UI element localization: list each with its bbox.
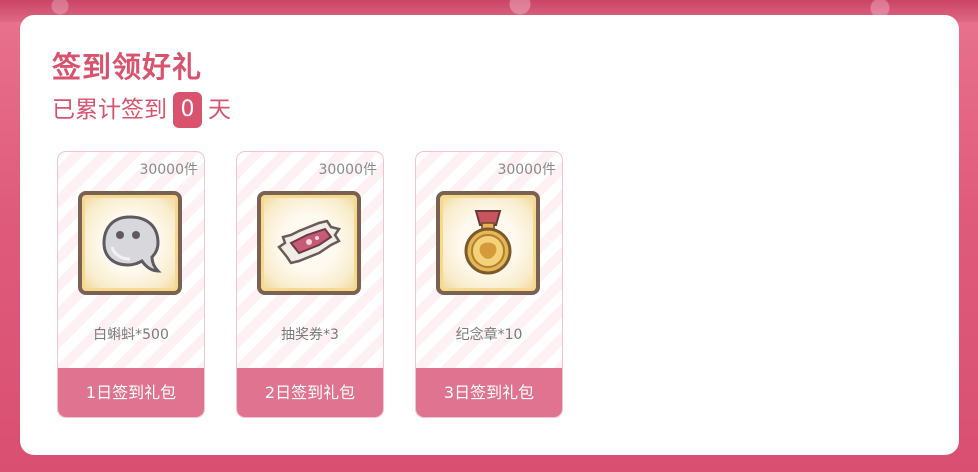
reward-name: 白蝌蚪*500 [93, 327, 169, 343]
reward-card-day2: 30000件 抽奖券*3 2日签到礼包 [236, 151, 384, 418]
reward-quantity: 30000件 [139, 162, 198, 178]
reward-icon-frame [436, 191, 540, 295]
counter-suffix: 天 [208, 97, 231, 123]
reward-quantity: 30000件 [318, 162, 377, 178]
signin-counter: 已累计签到 0 天 [52, 91, 231, 129]
reward-name: 纪念章*10 [455, 327, 523, 343]
page-title: 签到领好礼 [52, 50, 203, 84]
reward-name: 抽奖券*3 [281, 327, 339, 343]
reward-card-day1: 30000件 白蝌蚪*500 1日签到礼包 [57, 151, 205, 418]
medal-icon [464, 210, 512, 275]
claim-day3-button[interactable]: 3日签到礼包 [416, 368, 562, 417]
signed-days-badge: 0 [173, 92, 202, 128]
reward-card-day3: 30000件 纪念章*10 3日签到礼包 [415, 151, 563, 418]
claim-day2-button[interactable]: 2日签到礼包 [237, 368, 383, 417]
reward-icon-frame [78, 191, 182, 295]
checkin-panel: 签到领好礼 已累计签到 0 天 30000件 白蝌蚪*500 1日签到礼包 30… [20, 15, 959, 455]
reward-quantity: 30000件 [497, 162, 556, 178]
tadpole-ghost-icon [102, 215, 162, 273]
counter-prefix: 已累计签到 [52, 97, 167, 123]
claim-day1-button[interactable]: 1日签到礼包 [58, 368, 204, 417]
reward-icon-frame [257, 191, 361, 295]
lottery-ticket-icon [277, 219, 342, 265]
